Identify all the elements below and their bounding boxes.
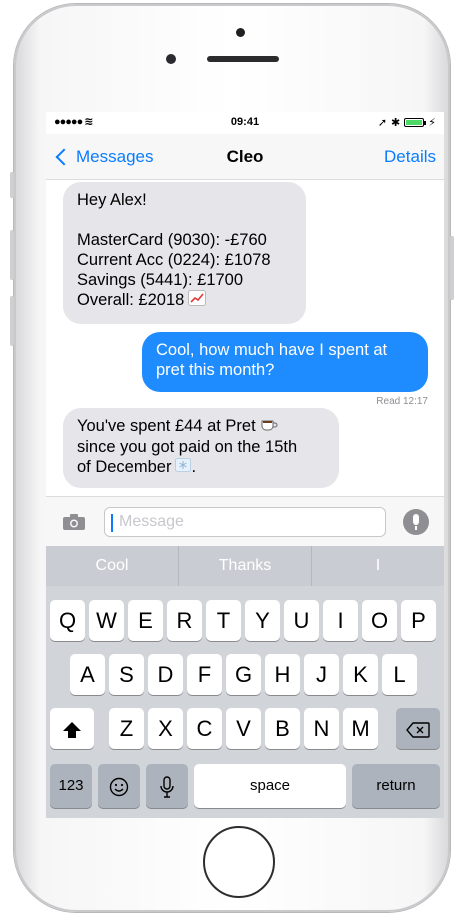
message-line: pret this month?	[156, 361, 275, 379]
message-line: Cool, how much have I spent at	[156, 341, 388, 359]
incoming-message-balances: Hey Alex! ​ MasterCard (9030): -£760 Cur…	[63, 182, 306, 324]
details-button[interactable]: Details	[384, 147, 436, 167]
microphone-icon[interactable]	[403, 509, 429, 535]
shift-arrow-icon	[63, 722, 81, 739]
message-line-text: of December	[77, 457, 172, 476]
suggestion-i[interactable]: I	[311, 546, 444, 586]
key-c[interactable]: C	[187, 708, 222, 749]
message-line-with-emoji: of December.	[77, 457, 325, 478]
key-z[interactable]: Z	[109, 708, 144, 749]
key-f[interactable]: F	[187, 654, 222, 695]
key-g[interactable]: G	[226, 654, 261, 695]
message-line: MasterCard (9030): -£760	[77, 231, 267, 249]
key-a[interactable]: A	[70, 654, 105, 695]
keyboard: Cool Thanks I Q W E R T Y U I O P A S D …	[46, 546, 444, 818]
message-line-with-emoji: You've spent £44 at Pret	[77, 416, 325, 437]
message-line: Current Acc (0224): £1078	[77, 251, 271, 269]
message-period: .	[191, 457, 197, 476]
delete-key[interactable]	[396, 708, 440, 749]
key-r[interactable]: R	[167, 600, 202, 641]
incoming-message-spend: You've spent £44 at Pret since you got p…	[63, 408, 339, 488]
mute-switch	[10, 172, 14, 198]
key-j[interactable]: J	[304, 654, 339, 695]
message-line-text: You've spent £44 at Pret	[77, 417, 256, 435]
message-line-text: Overall: £2018	[77, 291, 185, 309]
shift-key[interactable]	[50, 708, 94, 749]
proximity-sensor	[236, 28, 245, 37]
status-bar: ●●●●● ≋ 09:41 ➚ ✱ ⚡	[46, 112, 444, 134]
status-right: ➚ ✱ ⚡	[378, 116, 436, 129]
space-key[interactable]: space	[194, 764, 346, 808]
key-d[interactable]: D	[148, 654, 183, 695]
key-n[interactable]: N	[304, 708, 339, 749]
smiley-icon	[109, 777, 129, 797]
message-placeholder: Message	[119, 513, 184, 530]
bluetooth-icon: ✱	[391, 117, 401, 129]
message-line-with-emoji: Overall: £2018	[77, 290, 292, 311]
power-button	[450, 236, 454, 300]
front-camera	[166, 54, 176, 64]
numbers-key[interactable]: 123	[50, 764, 92, 808]
earpiece-speaker	[207, 56, 279, 62]
key-l[interactable]: L	[382, 654, 417, 695]
volume-down-button	[10, 296, 14, 346]
message-line: since you got paid on the 15th	[77, 437, 298, 456]
emoji-key[interactable]	[98, 764, 140, 808]
read-receipt: Read 12:17	[376, 396, 428, 407]
message-line: ​	[77, 210, 292, 230]
camera-icon[interactable]	[62, 513, 86, 536]
home-button[interactable]	[203, 826, 275, 898]
key-h[interactable]: H	[265, 654, 300, 695]
key-v[interactable]: V	[226, 708, 261, 749]
key-b[interactable]: B	[265, 708, 300, 749]
message-input[interactable]: Message	[104, 507, 386, 537]
key-x[interactable]: X	[148, 708, 183, 749]
key-s[interactable]: S	[109, 654, 144, 695]
battery-icon	[404, 118, 427, 127]
dictation-key[interactable]	[146, 764, 188, 808]
key-k[interactable]: K	[343, 654, 378, 695]
key-y[interactable]: Y	[245, 600, 280, 641]
key-i[interactable]: I	[323, 600, 358, 641]
suggestion-thanks[interactable]: Thanks	[178, 546, 311, 586]
key-e[interactable]: E	[128, 600, 163, 641]
key-w[interactable]: W	[89, 600, 124, 641]
key-u[interactable]: U	[284, 600, 319, 641]
key-o[interactable]: O	[362, 600, 397, 641]
key-m[interactable]: M	[343, 708, 378, 749]
charging-icon: ⚡	[428, 117, 436, 129]
return-key[interactable]: return	[352, 764, 440, 808]
microphone-icon	[160, 776, 174, 798]
quicktype-bar: Cool Thanks I	[46, 546, 444, 586]
chart-increasing-icon	[188, 290, 207, 311]
coffee-icon	[260, 417, 278, 437]
key-p[interactable]: P	[401, 600, 436, 641]
key-t[interactable]: T	[206, 600, 241, 641]
message-line: Hey Alex!	[77, 191, 147, 209]
outgoing-message-question: Cool, how much have I spent at pret this…	[142, 332, 428, 392]
message-line: Savings (5441): £1700	[77, 271, 244, 289]
backspace-icon	[406, 722, 430, 738]
navigation-bar: Messages Cleo Details	[46, 134, 444, 180]
compose-bar: Message	[46, 496, 444, 546]
location-icon: ➚	[377, 117, 388, 129]
message-thread[interactable]: Hey Alex! ​ MasterCard (9030): -£760 Cur…	[46, 180, 444, 496]
snowflake-icon	[175, 457, 192, 477]
screen: ●●●●● ≋ 09:41 ➚ ✱ ⚡ Messages Cleo Detail…	[46, 112, 444, 818]
suggestion-cool[interactable]: Cool	[46, 546, 178, 586]
volume-up-button	[10, 230, 14, 280]
key-q[interactable]: Q	[50, 600, 85, 641]
